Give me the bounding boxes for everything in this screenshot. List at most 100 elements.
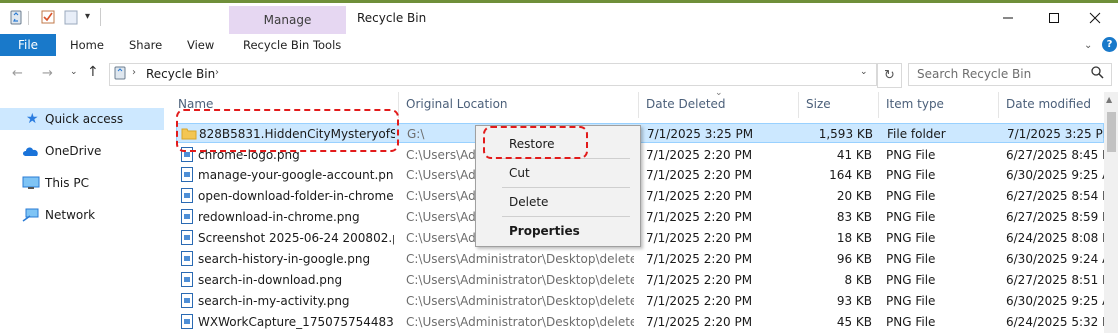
file-size: 96 KB (836, 252, 872, 266)
nav-item-label: Network (45, 208, 96, 222)
date-deleted: 7/1/2025 2:20 PM (646, 273, 753, 287)
column-divider[interactable] (638, 92, 639, 118)
breadcrumb-chevron-icon[interactable]: › (132, 67, 136, 78)
column-divider[interactable] (998, 92, 999, 118)
scroll-up-icon[interactable]: ▲ (1106, 95, 1112, 104)
menu-item-properties[interactable]: Properties (509, 224, 580, 238)
column-header-date-deleted[interactable]: Date Deleted (646, 97, 726, 111)
original-location: C:\Users\Administrator\Desktop\deleted .… (406, 294, 634, 308)
address-bar[interactable] (109, 63, 877, 86)
new-folder-icon[interactable] (64, 9, 78, 25)
nav-item-label: Quick access (45, 112, 124, 126)
original-location: C:\Users\Admir (406, 148, 476, 162)
date-modified: 6/24/2025 5:32 PM (1006, 315, 1118, 329)
search-icon[interactable] (1090, 65, 1104, 79)
original-location: C:\Users\Admir (406, 231, 476, 245)
column-divider[interactable] (878, 92, 879, 118)
png-file-icon (181, 293, 193, 311)
original-location: C:\Users\Admir (406, 189, 476, 203)
nav-item-this-pc[interactable]: This PC (0, 172, 164, 194)
date-deleted: 7/1/2025 2:20 PM (646, 189, 753, 203)
search-placeholder: Search Recycle Bin (917, 67, 1032, 81)
close-button[interactable] (1072, 3, 1118, 33)
file-size: 8 KB (844, 273, 872, 287)
star-icon: ★ (26, 111, 39, 127)
sort-indicator-icon: ⌄ (715, 88, 723, 98)
date-modified: 7/1/2025 3:25 PM (1007, 127, 1114, 141)
item-type: PNG File (886, 168, 936, 182)
back-icon[interactable]: ← (12, 66, 23, 81)
menu-item-cut[interactable]: Cut (509, 166, 530, 180)
minimize-button[interactable] (985, 3, 1031, 33)
nav-item-quick-access[interactable]: ★ Quick access (0, 108, 164, 130)
file-tab[interactable]: File (0, 34, 56, 56)
menu-separator (502, 187, 630, 188)
column-divider[interactable] (798, 92, 799, 118)
nav-item-label: This PC (45, 176, 89, 190)
date-deleted: 7/1/2025 2:20 PM (646, 148, 753, 162)
tab-recycle-bin-tools[interactable]: Recycle Bin Tools (243, 38, 341, 52)
scrollbar-thumb[interactable] (1107, 112, 1116, 152)
item-type: PNG File (886, 148, 936, 162)
maximize-button[interactable] (1031, 3, 1077, 33)
table-row[interactable]: search-history-in-google.png C:\Users\Ad… (176, 249, 1118, 269)
item-type: PNG File (886, 252, 936, 266)
table-row[interactable]: WXWorkCapture_1750757544839.p... C:\User… (176, 312, 1118, 332)
date-deleted: 7/1/2025 2:20 PM (646, 315, 753, 329)
file-name: redownload-in-chrome.png (198, 210, 360, 224)
network-icon (22, 208, 40, 225)
forward-icon[interactable]: → (42, 66, 53, 81)
item-type: PNG File (886, 231, 936, 245)
file-name: search-in-my-activity.png (198, 294, 350, 308)
address-dropdown-icon[interactable]: ⌄ (860, 67, 868, 77)
file-size: 93 KB (836, 294, 872, 308)
tab-home[interactable]: Home (70, 38, 104, 52)
file-name: open-download-folder-in-chrome.... (198, 189, 394, 203)
column-header-size[interactable]: Size (806, 97, 831, 111)
breadcrumb-chevron-icon-2[interactable]: › (215, 67, 219, 78)
file-name: search-in-download.png (198, 273, 343, 287)
original-location: C:\Users\Admir (406, 168, 476, 182)
date-modified: 6/30/2025 9:25 AM (1006, 294, 1118, 308)
nav-item-network[interactable]: Network (0, 204, 164, 226)
column-header-date-modified[interactable]: Date modified (1006, 97, 1091, 111)
nav-item-onedrive[interactable]: OneDrive (0, 140, 164, 162)
expand-ribbon-icon[interactable]: ⌄ (1084, 40, 1092, 51)
date-deleted: 7/1/2025 2:20 PM (646, 252, 753, 266)
properties-icon[interactable] (40, 9, 56, 25)
computer-icon (22, 176, 40, 193)
help-button[interactable]: ? (1102, 37, 1117, 52)
date-modified: 6/30/2025 9:25 AM (1006, 168, 1118, 182)
column-header-item-type[interactable]: Item type (886, 97, 944, 111)
maximize-icon (1049, 13, 1059, 23)
menu-item-delete[interactable]: Delete (509, 195, 548, 209)
png-file-icon (181, 314, 193, 332)
date-modified: 6/27/2025 8:59 PM (1006, 210, 1118, 224)
item-type: PNG File (886, 210, 936, 224)
table-row[interactable]: search-in-my-activity.png C:\Users\Admin… (176, 291, 1118, 311)
minimize-icon (1003, 17, 1013, 19)
tab-share[interactable]: Share (129, 38, 162, 52)
breadcrumb[interactable]: Recycle Bin (146, 67, 215, 81)
column-header-original-location[interactable]: Original Location (406, 97, 508, 111)
table-row[interactable]: search-in-download.png C:\Users\Administ… (176, 270, 1118, 290)
close-icon (1089, 12, 1101, 24)
png-file-icon (181, 209, 193, 227)
date-deleted: 7/1/2025 2:20 PM (646, 210, 753, 224)
up-icon[interactable]: ↑ (87, 64, 99, 80)
file-size: 1,593 KB (818, 127, 873, 141)
recent-locations-icon[interactable]: ⌄ (70, 67, 78, 77)
file-name: Screenshot 2025-06-24 200802.png (198, 231, 394, 245)
customize-qat-icon[interactable]: ▾ (85, 11, 90, 22)
tab-view[interactable]: View (187, 38, 214, 52)
png-file-icon (181, 167, 193, 185)
item-type: PNG File (886, 273, 936, 287)
original-location: C:\Users\Admir (406, 210, 476, 224)
png-file-icon (181, 272, 193, 290)
refresh-button[interactable]: ↻ (877, 63, 902, 88)
date-modified: 6/27/2025 8:51 PM (1006, 273, 1118, 287)
file-name: manage-your-google-account.png (198, 168, 394, 182)
date-deleted: 7/1/2025 2:20 PM (646, 294, 753, 308)
item-type: File folder (887, 127, 946, 141)
date-deleted: 7/1/2025 2:20 PM (646, 168, 753, 182)
